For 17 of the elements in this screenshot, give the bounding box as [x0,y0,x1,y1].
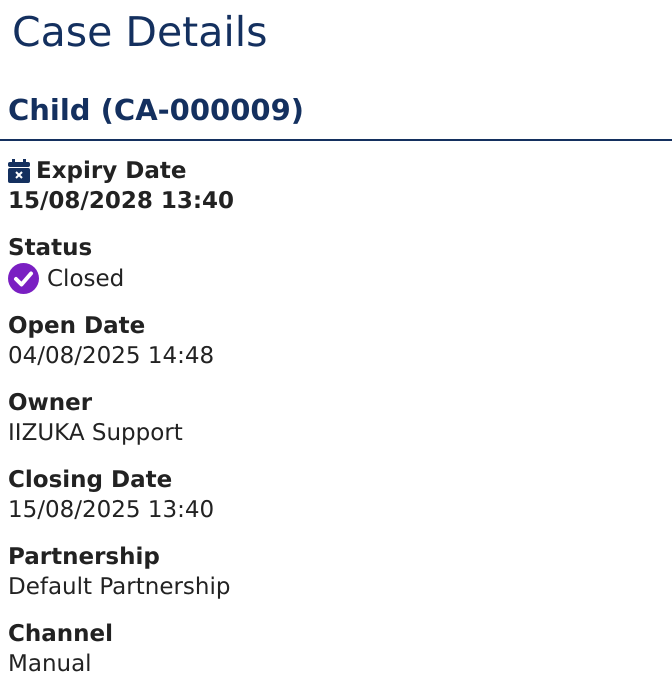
field-value: 04/08/2025 14:48 [8,342,216,371]
page-title: Case Details [12,7,269,58]
field-label: Status [8,234,94,263]
field-value: IIZUKA Support [8,419,184,448]
field-label: Channel [8,620,114,649]
field-value: Manual [8,650,93,679]
field-label: Expiry Date [36,157,186,186]
field-label: Partnership [8,543,161,572]
field-value: Default Partnership [8,573,232,602]
case-heading: Child (CA-000009) [8,92,306,128]
field-value: 15/08/2025 13:40 [8,496,216,525]
calendar-icon [8,159,30,183]
field-label: Closing Date [8,466,174,495]
field-label: Open Date [8,312,146,341]
field-value: 15/08/2028 13:40 [8,187,236,216]
field-value: Closed [47,264,124,294]
field-label: Owner [8,389,94,418]
